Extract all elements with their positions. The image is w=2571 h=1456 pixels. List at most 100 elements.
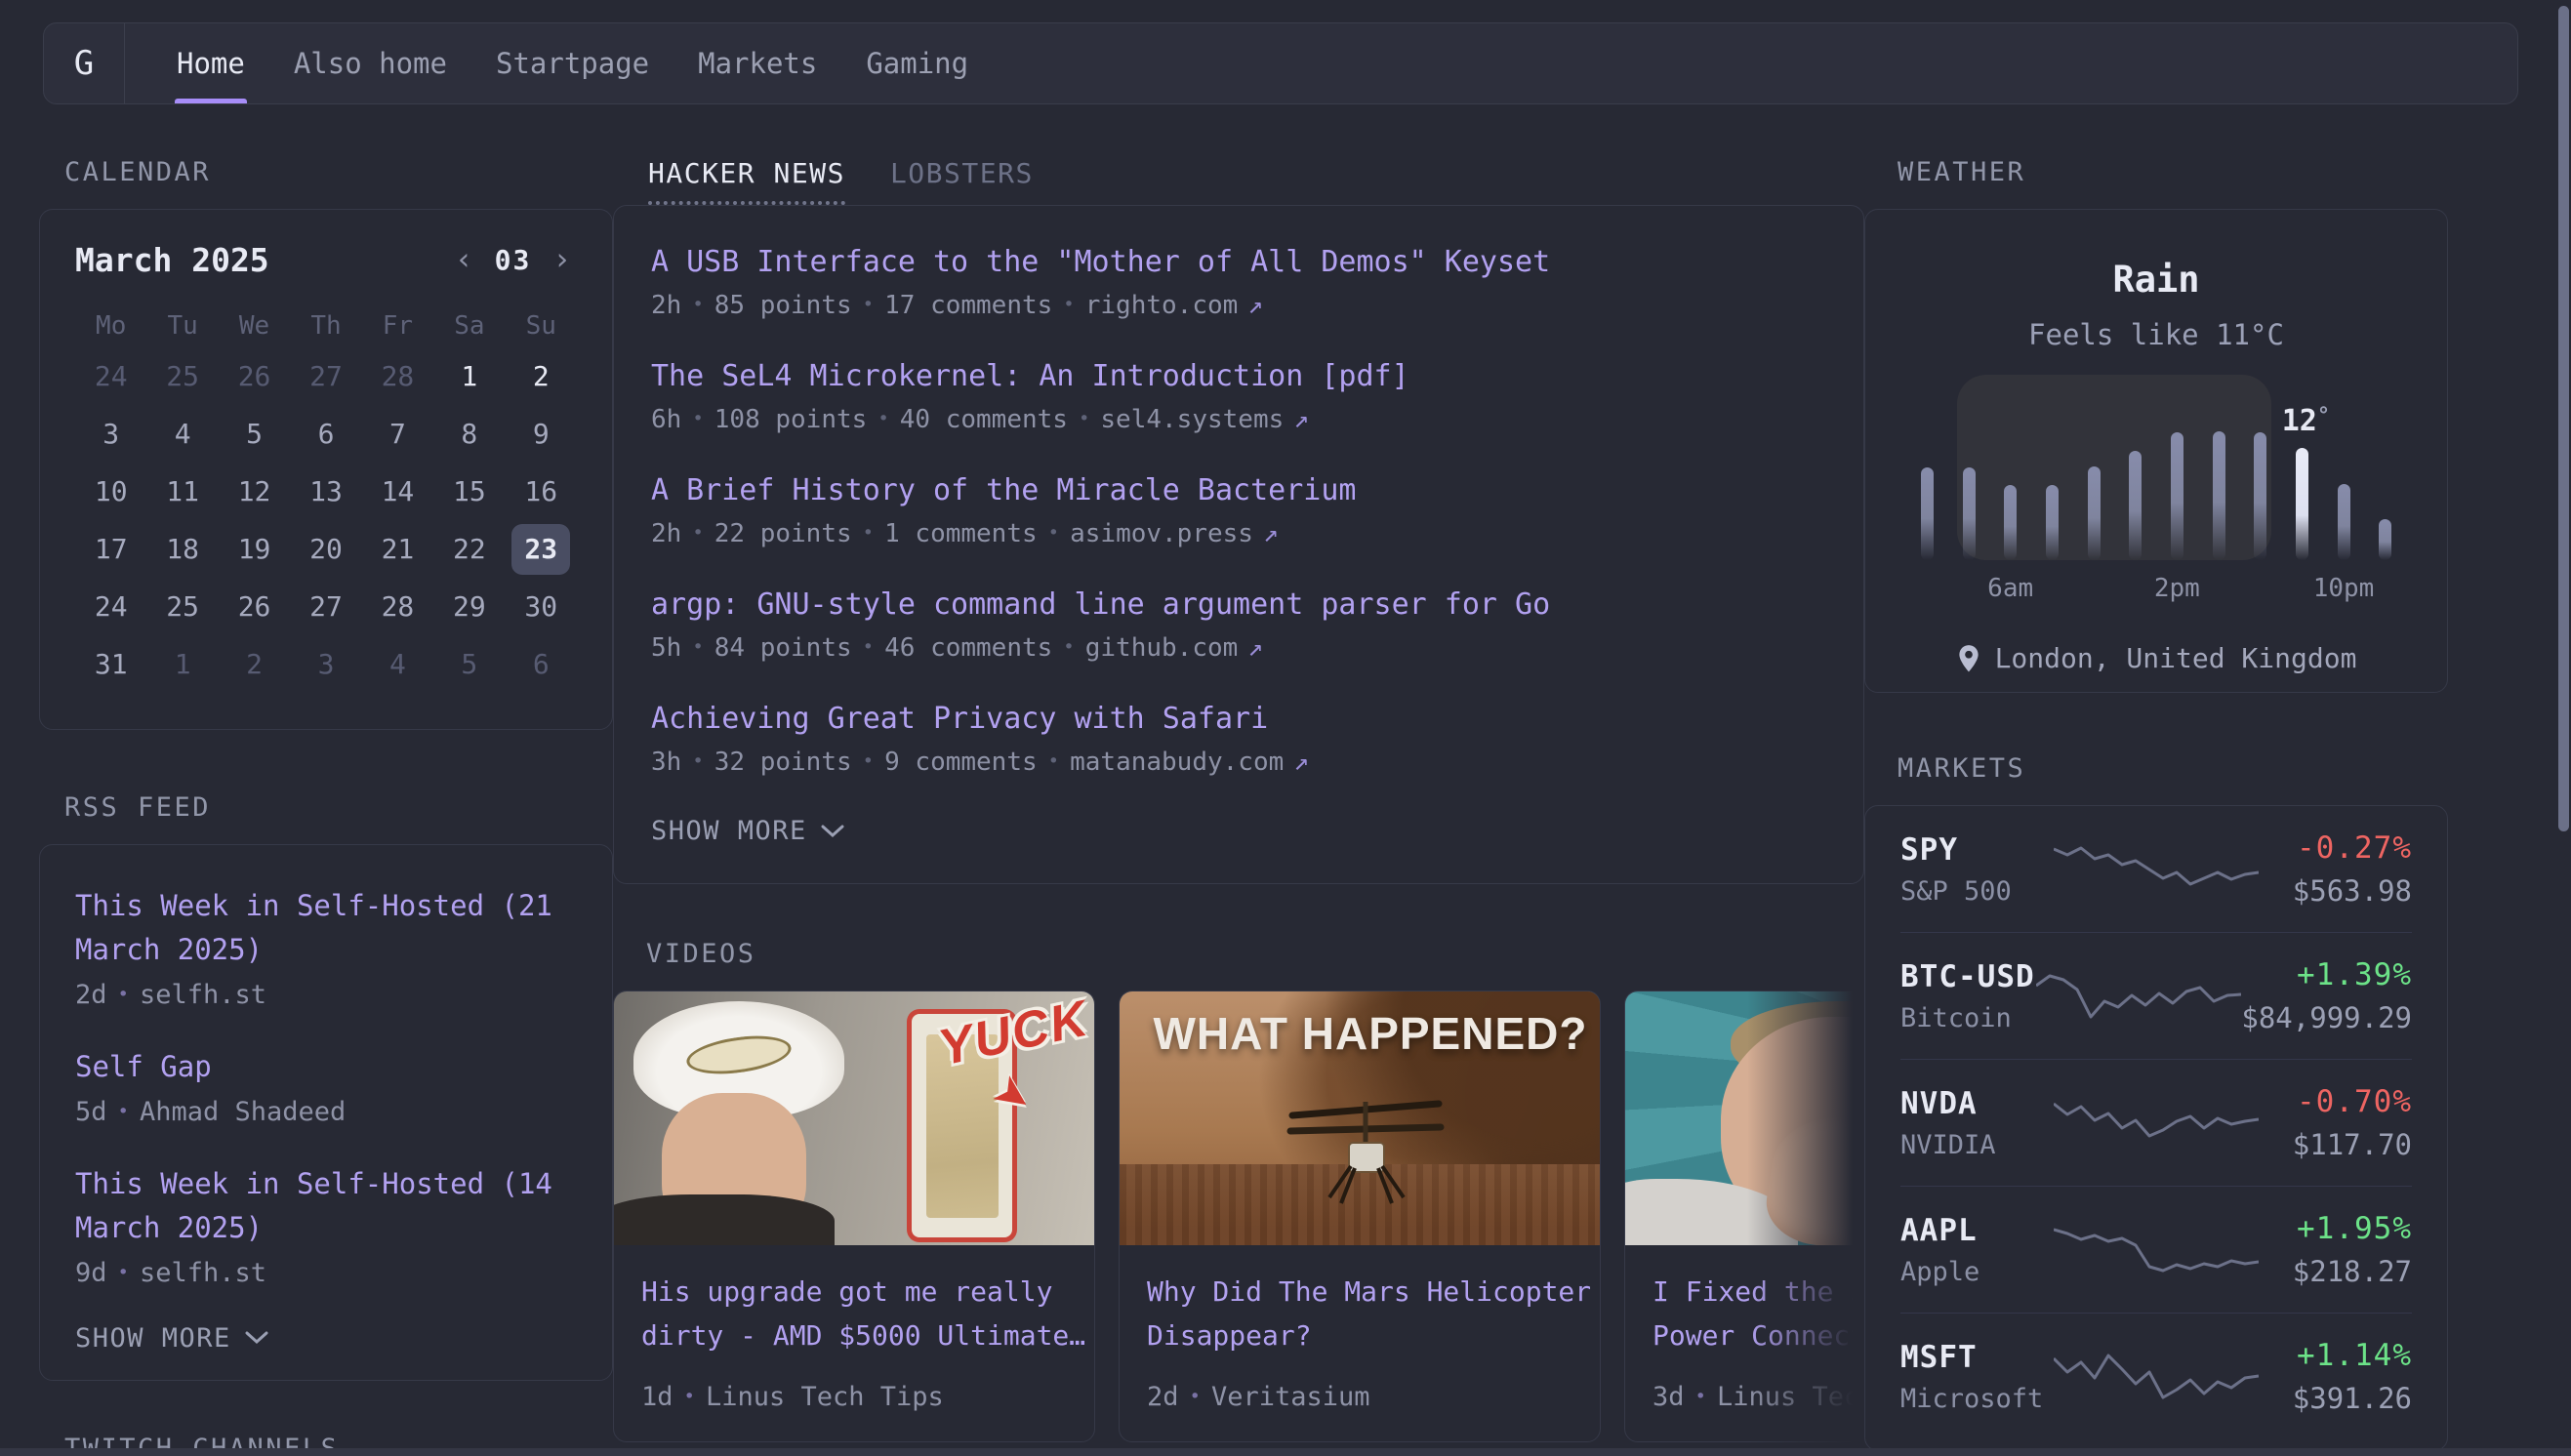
video-thumbnail[interactable]: YUCK➤ — [614, 991, 1094, 1245]
market-price: $218.27 — [2259, 1255, 2412, 1288]
page-content: CALENDAR March 2025 ‹ 03 › MoTuWeThFrSaS… — [0, 104, 2571, 1456]
shirt-shape — [614, 1194, 835, 1245]
dot-separator: • — [1063, 294, 1074, 315]
market-price: $563.98 — [2259, 874, 2412, 908]
market-row-msft[interactable]: MSFTMicrosoft+1.14%$391.26 — [1900, 1313, 2412, 1439]
middle-column: HACKER NEWS LOBSTERS A USB Interface to t… — [613, 157, 1864, 1456]
calendar-day: 9 — [506, 405, 577, 463]
rss-show-more-button[interactable]: SHOW MORE — [75, 1323, 577, 1354]
video-title[interactable]: Why Did The Mars HelicopterDisappear? — [1147, 1271, 1572, 1358]
hn-item-time: 5h — [651, 633, 681, 663]
video-thumbnail[interactable]: DOTHT — [1625, 991, 1864, 1245]
sparkline-chart — [2054, 835, 2259, 904]
calendar-month-number: 03 — [495, 244, 532, 276]
weather-time-labels: 6am2pm10pm — [1906, 574, 2406, 605]
hn-item-title[interactable]: argp: GNU-style command line argument pa… — [651, 587, 1826, 622]
video-channel: Veritasium — [1211, 1382, 1370, 1412]
market-name: Microsoft — [1900, 1384, 2054, 1414]
nav-tab-home[interactable]: Home — [152, 23, 269, 103]
hackernews-show-more-button[interactable]: SHOW MORE — [651, 816, 1826, 846]
video-card[interactable]: DOTHTI Fixed the 5Power Connect3d•Linus … — [1624, 991, 1864, 1442]
hn-item-title[interactable]: The SeL4 Microkernel: An Introduction [p… — [651, 359, 1826, 393]
calendar-selected-day: 23 — [511, 524, 570, 575]
market-row-btc-usd[interactable]: BTC-USDBitcoin+1.39%$84,999.29 — [1900, 932, 2412, 1059]
video-time: 2d — [1147, 1382, 1179, 1412]
hn-item-title[interactable]: Achieving Great Privacy with Safari — [651, 702, 1826, 736]
calendar-next-icon[interactable]: › — [547, 245, 577, 275]
market-row-nvda[interactable]: NVDANVIDIA-0.70%$117.70 — [1900, 1059, 2412, 1186]
calendar-day: 26 — [219, 347, 290, 405]
calendar-day: 25 — [146, 347, 218, 405]
hn-item-title[interactable]: A USB Interface to the "Mother of All De… — [651, 245, 1826, 279]
video-card[interactable]: YUCK➤ His upgrade got me reallydirty - AM… — [613, 991, 1095, 1442]
market-row-aapl[interactable]: AAPLApple+1.95%$218.27 — [1900, 1186, 2412, 1313]
weather-bars — [1906, 431, 2406, 560]
market-name: Apple — [1900, 1257, 2054, 1287]
hn-item-meta: 6h•108 points•40 comments•sel4.systems↗ — [651, 405, 1826, 434]
video-time: 1d — [641, 1382, 673, 1412]
market-ticker: BTC-USD — [1900, 959, 2036, 994]
dot-separator: • — [118, 1101, 129, 1122]
hn-item-title[interactable]: A Brief History of the Miracle Bacterium — [651, 473, 1826, 507]
weather-section-title: WEATHER — [1864, 157, 2448, 187]
nav-tab-gaming[interactable]: Gaming — [841, 23, 993, 103]
calendar-day: 19 — [219, 520, 290, 578]
market-ticker: AAPL — [1900, 1213, 2054, 1248]
rss-item-title[interactable]: This Week in Self-Hosted (14 March 2025) — [75, 1162, 577, 1250]
calendar-day: 26 — [219, 578, 290, 635]
hn-item-domain[interactable]: asimov.press — [1070, 519, 1253, 548]
nav-tab-markets[interactable]: Markets — [673, 23, 841, 103]
feed-tab-lobsters[interactable]: LOBSTERS — [890, 157, 1034, 201]
nav-tab-also-home[interactable]: Also home — [269, 23, 471, 103]
hn-item-domain[interactable]: sel4.systems — [1100, 405, 1284, 434]
calendar-day: 27 — [290, 578, 361, 635]
video-title[interactable]: I Fixed the 5Power Connect — [1653, 1271, 1864, 1358]
hn-item-points: 85 points — [714, 291, 852, 320]
hn-item-domain[interactable]: righto.com — [1085, 291, 1239, 320]
hn-item-comments[interactable]: 9 comments — [884, 748, 1038, 777]
markets-card: SPYS&P 500-0.27%$563.98BTC-USDBitcoin+1.… — [1864, 805, 2448, 1451]
weather-bar — [2171, 432, 2183, 560]
nav-tab-startpage[interactable]: Startpage — [471, 23, 673, 103]
calendar-day: 22 — [433, 520, 505, 578]
feed-tab-hacker-news[interactable]: HACKER NEWS — [648, 157, 845, 205]
weather-section: WEATHER Rain Feels like 11°C 12° 6am2pm1… — [1864, 157, 2448, 693]
calendar-weekday: Sa — [433, 304, 505, 347]
markets-section: MARKETS SPYS&P 500-0.27%$563.98BTC-USDBi… — [1864, 753, 2448, 1451]
calendar-day: 8 — [433, 405, 505, 463]
hn-item-comments[interactable]: 17 comments — [884, 291, 1052, 320]
weather-bar — [2088, 466, 2101, 560]
video-title[interactable]: His upgrade got me reallydirty - AMD $50… — [641, 1271, 1067, 1358]
hn-item-domain[interactable]: matanabudy.com — [1070, 748, 1284, 777]
scrollbar-thumb[interactable] — [2558, 6, 2569, 831]
rss-item-title[interactable]: Self Gap — [75, 1045, 577, 1089]
market-row-spy[interactable]: SPYS&P 500-0.27%$563.98 — [1900, 806, 2412, 932]
weather-bar — [1921, 467, 1934, 560]
hn-item-comments[interactable]: 1 comments — [884, 519, 1038, 548]
sparkline-chart — [2054, 1343, 2259, 1411]
calendar-prev-icon[interactable]: ‹ — [449, 245, 479, 275]
dot-separator: • — [1079, 408, 1089, 429]
calendar-day: 17 — [75, 520, 146, 578]
hn-item-meta: 3h•32 points•9 comments•matanabudy.com↗ — [651, 748, 1826, 777]
hn-item-time: 2h — [651, 291, 681, 320]
hn-item-comments[interactable]: 40 comments — [900, 405, 1068, 434]
dot-separator: • — [692, 294, 703, 315]
weather-time-label: 10pm — [2313, 574, 2375, 603]
dot-separator: • — [118, 1262, 129, 1283]
hn-item-meta: 2h•22 points•1 comments•asimov.press↗ — [651, 519, 1826, 548]
hn-item-comments[interactable]: 46 comments — [884, 633, 1052, 663]
hn-item-domain[interactable]: github.com — [1085, 633, 1239, 663]
video-card[interactable]: WHAT HAPPENED? Why Did The Mars Helicopte… — [1119, 991, 1601, 1442]
calendar-day: 20 — [290, 520, 361, 578]
rss-item-meta: 9d•selfh.st — [75, 1258, 577, 1288]
calendar-day: 3 — [75, 405, 146, 463]
video-thumbnail[interactable]: WHAT HAPPENED? — [1120, 991, 1600, 1245]
page-scrollbar[interactable] — [2556, 0, 2571, 1456]
rss-item-title[interactable]: This Week in Self-Hosted (21 March 2025) — [75, 884, 577, 972]
hn-item-time: 3h — [651, 748, 681, 777]
calendar-card: March 2025 ‹ 03 › MoTuWeThFrSaSu24252627… — [39, 209, 613, 730]
app-logo[interactable]: G — [44, 23, 124, 103]
weather-chart: 12° — [1906, 386, 2406, 560]
weather-bar — [2046, 485, 2059, 560]
